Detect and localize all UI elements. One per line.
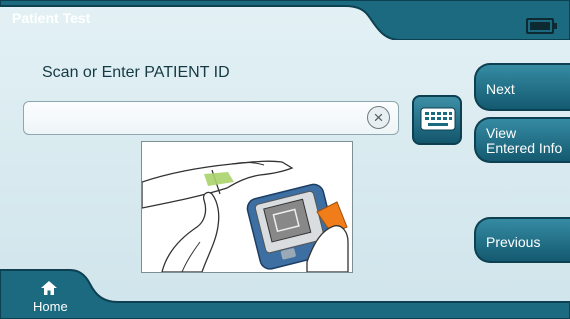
view-entered-info-label: View Entered Info — [486, 125, 563, 156]
page-title: Patient Test — [12, 10, 91, 26]
scan-wristband-illustration — [141, 141, 353, 273]
home-icon — [41, 281, 57, 295]
header-bar: Patient Test — [0, 0, 570, 40]
patient-id-input[interactable] — [23, 101, 399, 135]
home-label: Home — [33, 299, 68, 314]
view-entered-info-button[interactable]: View Entered Info — [474, 117, 570, 163]
previous-button[interactable]: Previous — [474, 217, 570, 263]
patient-id-prompt: Scan or Enter PATIENT ID — [42, 64, 230, 81]
clear-icon[interactable]: × — [367, 106, 390, 129]
battery-icon — [526, 18, 557, 34]
previous-button-label: Previous — [486, 234, 541, 250]
next-button[interactable]: Next — [474, 63, 570, 111]
keyboard-button[interactable] — [412, 95, 462, 145]
patient-test-screen: Patient Test Scan or Enter PATIENT ID × — [0, 0, 570, 319]
home-button[interactable]: Home — [0, 270, 90, 319]
keyboard-icon — [420, 107, 456, 131]
next-button-label: Next — [486, 81, 515, 97]
